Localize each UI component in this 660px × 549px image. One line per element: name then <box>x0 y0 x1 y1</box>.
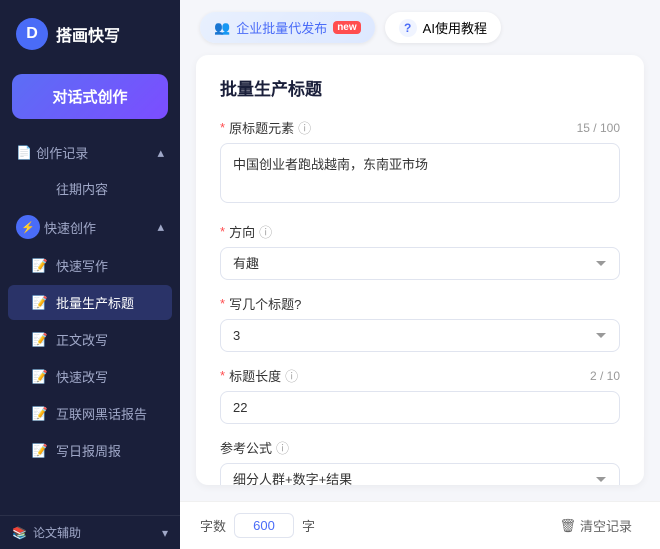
direction-label-row: * 方向 ⓘ <box>220 222 620 241</box>
quick-write-label: 快速写作 <box>56 256 108 275</box>
original-elements-label-row: * 原标题元素 ⓘ 15 / 100 <box>220 118 620 137</box>
batch-publish-button[interactable]: 👥 企业批量代发布 new <box>200 12 375 43</box>
daily-report-icon: 📝 <box>32 443 48 459</box>
chevron-down-icon: ▾ <box>162 526 168 540</box>
cta-button[interactable]: 对话式创作 <box>12 74 168 119</box>
quick-create-header[interactable]: ⚡ 快速创作 ▴ <box>0 207 180 247</box>
chevron-up-icon2: ▴ <box>157 219 164 235</box>
info-icon2[interactable]: ⓘ <box>259 222 272 241</box>
daily-report-label: 写日报周报 <box>56 441 121 460</box>
sidebar-item-internet-report[interactable]: 📝 互联网黑话报告 <box>8 396 172 431</box>
batch-title-label: 批量生产标题 <box>56 293 134 312</box>
batch-title-icon: 📝 <box>32 295 48 311</box>
direction-select[interactable]: 有趣 专业 情感 搞笑 严肃 <box>220 247 620 280</box>
main-area: 👥 企业批量代发布 new ? AI使用教程 批量生产标题 * 原标题元素 ⓘ … <box>180 0 660 549</box>
ai-tutorial-label: AI使用教程 <box>423 18 487 37</box>
sidebar-item-past-content[interactable]: 往期内容 <box>8 171 172 206</box>
char-count: 15 / 100 <box>577 121 620 135</box>
creation-record-section: 📄 创作记录 ▴ 往期内容 <box>0 135 180 207</box>
body-rewrite-icon: 📝 <box>32 332 48 348</box>
sidebar: D 搭画快写 对话式创作 📄 创作记录 ▴ 往期内容 ⚡ 快速创作 ▴ 📝 <box>0 0 180 549</box>
topbar: 👥 企业批量代发布 new ? AI使用教程 <box>180 0 660 55</box>
clear-label: 清空记录 <box>580 516 632 535</box>
word-count-input[interactable] <box>234 513 294 538</box>
sidebar-logo: D 搭画快写 <box>0 0 180 66</box>
info-icon[interactable]: ⓘ <box>298 118 311 137</box>
count-group: * 写几个标题? 1 2 3 4 5 <box>220 294 620 352</box>
logo-text: 搭画快写 <box>56 22 120 46</box>
direction-group: * 方向 ⓘ 有趣 专业 情感 搞笑 严肃 <box>220 222 620 280</box>
original-elements-group: * 原标题元素 ⓘ 15 / 100 <box>220 118 620 208</box>
past-content-label: 往期内容 <box>56 179 108 198</box>
content-area: 批量生产标题 * 原标题元素 ⓘ 15 / 100 * 方向 ⓘ 有趣 专业 情… <box>196 55 644 485</box>
quick-create-section: ⚡ 快速创作 ▴ 📝 快速写作 📝 批量生产标题 📝 正文改写 📝 快速改写 📝… <box>0 207 180 469</box>
quick-create-label: 快速创作 <box>44 218 96 237</box>
document-icon: 📄 <box>16 145 32 161</box>
quick-copy-label: 快速改写 <box>56 367 108 386</box>
trash-icon: 🗑 <box>559 518 576 534</box>
info-icon3[interactable]: ⓘ <box>285 366 298 385</box>
sidebar-item-batch-title[interactable]: 📝 批量生产标题 <box>8 285 172 320</box>
formula-select[interactable]: 细分人群+数字+结果 悬念式 对比式 提问式 <box>220 463 620 485</box>
formula-label: 参考公式 <box>220 438 272 457</box>
quick-write-icon: 📝 <box>32 258 48 274</box>
required-star4: * <box>220 368 225 383</box>
length-group: * 标题长度 ⓘ 2 / 10 <box>220 366 620 424</box>
help-circle-icon: ? <box>399 19 417 37</box>
count-select[interactable]: 1 2 3 4 5 <box>220 319 620 352</box>
thesis-footer[interactable]: 📚 论文辅助 ▾ <box>0 515 180 549</box>
formula-label-row: 参考公式 ⓘ <box>220 438 620 457</box>
body-rewrite-label: 正文改写 <box>56 330 108 349</box>
original-elements-textarea[interactable] <box>220 143 620 203</box>
length-label-row: * 标题长度 ⓘ 2 / 10 <box>220 366 620 385</box>
thesis-icon: 📚 <box>12 526 27 540</box>
info-icon4[interactable]: ⓘ <box>276 438 289 457</box>
formula-group: 参考公式 ⓘ 细分人群+数字+结果 悬念式 对比式 提问式 <box>220 438 620 485</box>
required-star2: * <box>220 224 225 239</box>
count-label-row: * 写几个标题? <box>220 294 620 313</box>
creation-record-header[interactable]: 📄 创作记录 ▴ <box>0 135 180 170</box>
bottom-bar: 字数 字 🗑 清空记录 <box>180 501 660 549</box>
quick-copy-icon: 📝 <box>32 369 48 385</box>
new-badge: new <box>333 21 360 34</box>
logo-icon: D <box>16 18 48 50</box>
ai-tutorial-button[interactable]: ? AI使用教程 <box>385 12 501 43</box>
creation-record-label: 创作记录 <box>36 143 88 162</box>
batch-publish-icon: 👥 <box>214 20 230 36</box>
required-star3: * <box>220 296 225 311</box>
quick-create-icon: ⚡ <box>16 215 40 239</box>
length-char-count: 2 / 10 <box>590 369 620 383</box>
internet-report-label: 互联网黑话报告 <box>56 404 147 423</box>
count-label: 写几个标题? <box>229 294 301 313</box>
length-input[interactable] <box>220 391 620 424</box>
word-count-label: 字数 <box>200 516 226 535</box>
word-unit: 字 <box>302 516 315 535</box>
clear-button[interactable]: 🗑 清空记录 <box>551 512 640 539</box>
sidebar-item-quick-write[interactable]: 📝 快速写作 <box>8 248 172 283</box>
chevron-up-icon: ▴ <box>157 145 164 161</box>
length-label: 标题长度 <box>229 366 281 385</box>
batch-publish-label: 企业批量代发布 <box>236 18 327 37</box>
thesis-label: 论文辅助 <box>33 524 81 541</box>
sidebar-item-quick-copy[interactable]: 📝 快速改写 <box>8 359 172 394</box>
required-star: * <box>220 120 225 135</box>
sidebar-item-body-rewrite[interactable]: 📝 正文改写 <box>8 322 172 357</box>
sidebar-item-daily-report[interactable]: 📝 写日报周报 <box>8 433 172 468</box>
past-content-icon <box>32 181 48 197</box>
internet-report-icon: 📝 <box>32 406 48 422</box>
page-title: 批量生产标题 <box>220 75 620 100</box>
original-elements-label: 原标题元素 <box>229 118 294 137</box>
direction-label: 方向 <box>229 222 255 241</box>
